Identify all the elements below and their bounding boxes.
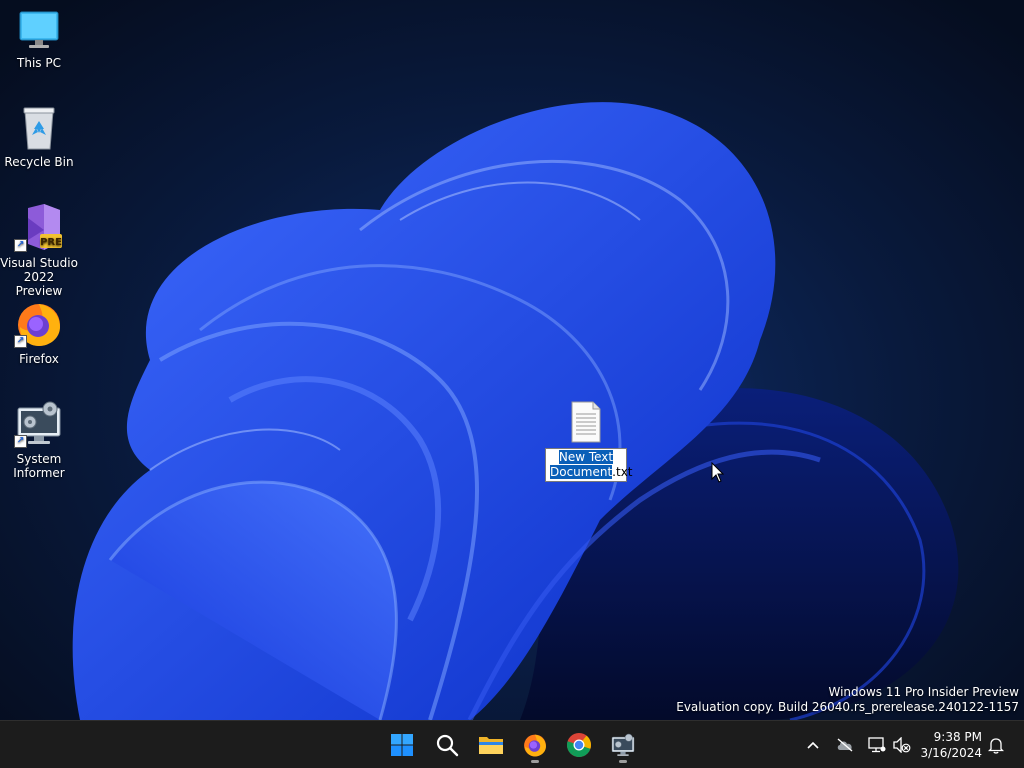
wallpaper-bloom [72, 102, 959, 720]
desktop-icon-label: This PC [17, 56, 61, 70]
firefox-taskbar-button[interactable] [518, 728, 552, 763]
file-explorer-button[interactable] [474, 728, 508, 762]
folder-icon [479, 737, 503, 754]
start-button[interactable] [385, 728, 419, 762]
desktop-icon-label: Firefox [19, 352, 59, 366]
notifications-button[interactable] [986, 735, 1006, 755]
watermark-build: Evaluation copy. Build 26040.rs_prerelea… [676, 700, 1019, 714]
rename-extension-text: .txt [612, 465, 633, 479]
shortcut-arrow-icon: ↗ [14, 435, 27, 448]
clock-time: 9:38 PM [933, 730, 982, 744]
desktop-file-new-text-document[interactable]: New Text Document.txt [543, 400, 633, 482]
notification-bell-icon [988, 738, 1004, 754]
recycle-bin-icon [17, 105, 61, 151]
desktop-icon-label: Recycle Bin [4, 155, 74, 169]
search-button[interactable] [430, 728, 464, 762]
desktop-icon-label: Visual Studio 2022 Preview [0, 256, 78, 298]
desktop-icon-system-informer[interactable]: ↗ System Informer [0, 400, 78, 480]
desktop-icon-label: System Informer [13, 452, 65, 480]
chrome-icon [566, 733, 591, 758]
volume-button[interactable] [892, 735, 912, 755]
text-document-icon [566, 400, 606, 444]
desktop-icon-this-pc[interactable]: This PC [0, 8, 78, 70]
rename-input[interactable]: New Text Document.txt [545, 448, 633, 482]
desktop[interactable]: This PC Recycle Bin PRE ↗ Visual Studio … [0, 0, 1024, 720]
desktop-icon-firefox[interactable]: ↗ Firefox [0, 300, 78, 366]
taskbar: 9:38 PM 3/16/2024 [0, 720, 1024, 768]
shortcut-arrow-icon: ↗ [14, 335, 27, 348]
windows-start-icon [391, 734, 413, 756]
preview-badge-text: PRE [40, 237, 62, 248]
running-indicator [619, 760, 627, 763]
clock[interactable]: 9:38 PM 3/16/2024 [912, 729, 982, 761]
onedrive-button[interactable] [835, 735, 855, 755]
network-button[interactable] [867, 735, 887, 755]
shortcut-arrow-icon: ↗ [14, 239, 27, 252]
system-informer-icon [611, 733, 635, 756]
desktop-icon-recycle-bin[interactable]: Recycle Bin [0, 105, 78, 169]
visual-studio-preview-icon: PRE ↗ [14, 202, 64, 252]
show-hidden-icons-button[interactable] [803, 735, 823, 755]
firefox-icon: ↗ [14, 300, 64, 348]
mouse-pointer-icon [711, 462, 725, 483]
network-icon [868, 737, 886, 753]
watermark-edition: Windows 11 Pro Insider Preview [828, 685, 1019, 699]
running-indicator [531, 760, 539, 763]
rename-selected-text: New Text Document [550, 450, 614, 479]
chrome-taskbar-button[interactable] [562, 728, 596, 762]
clock-date: 3/16/2024 [920, 746, 982, 760]
desktop-icon-visual-studio[interactable]: PRE ↗ Visual Studio 2022 Preview [0, 202, 78, 298]
system-informer-icon: ↗ [14, 400, 64, 448]
volume-muted-icon [893, 737, 911, 753]
monitor-icon [17, 8, 61, 52]
chevron-up-icon [807, 741, 819, 749]
system-informer-taskbar-button[interactable] [606, 728, 640, 763]
firefox-icon [524, 734, 546, 757]
search-icon [436, 734, 459, 757]
evaluation-watermark: Windows 11 Pro Insider Preview Evaluatio… [676, 685, 1019, 715]
onedrive-offline-icon [837, 738, 853, 752]
